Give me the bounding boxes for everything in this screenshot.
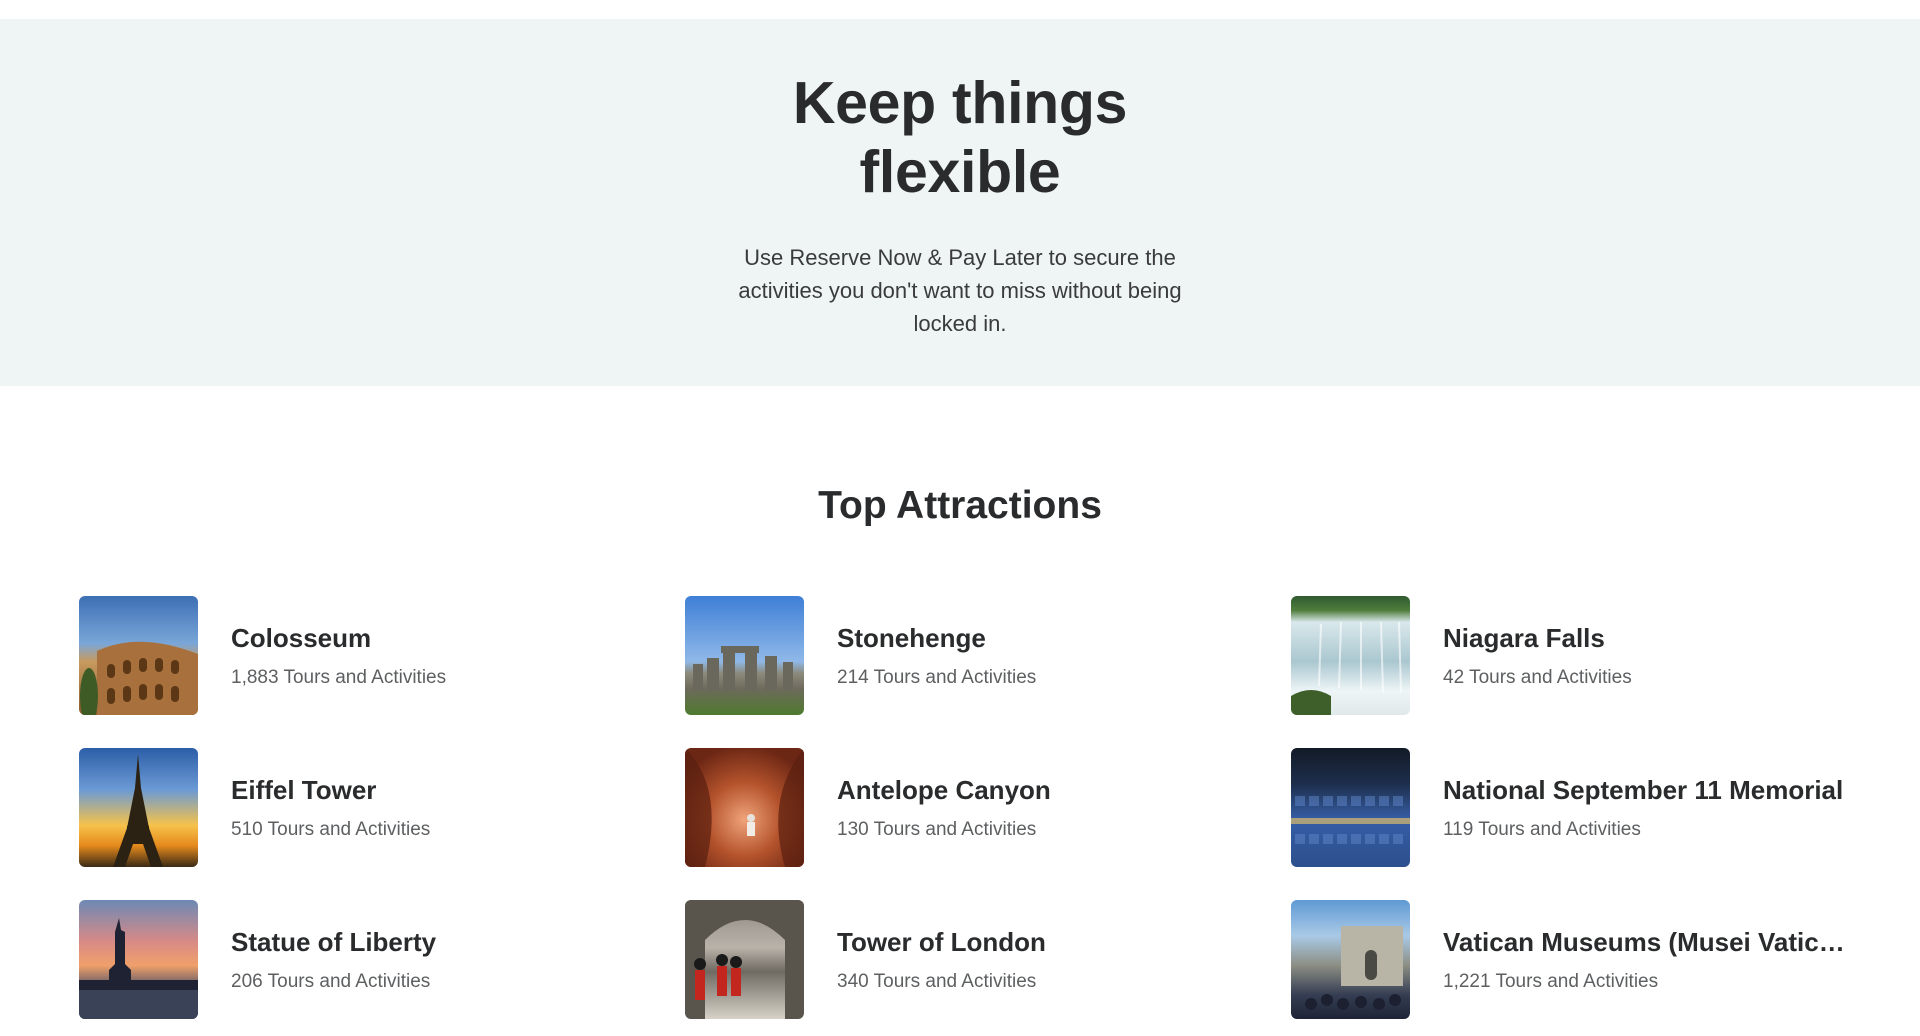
niagara-falls-photo[interactable] (1291, 596, 1410, 715)
vatican-museums-photo[interactable] (1291, 900, 1410, 1019)
top-attractions-section: Top Attractions Colosseum 1,883 Tours an… (0, 386, 1920, 1036)
section-title: Top Attractions (818, 484, 1102, 527)
attraction-name[interactable]: Colosseum (231, 622, 641, 654)
attraction-count: 1,883 Tours and Activities (231, 666, 447, 688)
attraction-name[interactable]: Antelope Canyon (837, 774, 1247, 806)
attraction-name[interactable]: Niagara Falls (1443, 622, 1853, 654)
attraction-count: 214 Tours and Activities (837, 666, 1037, 688)
attraction-card-vatican-museums[interactable]: Vatican Museums (Musei Vaticani) 1,221 T… (1291, 900, 1897, 1019)
banner-description: Use Reserve Now & Pay Later to secure th… (738, 245, 1182, 336)
tower-of-london-photo[interactable] (685, 900, 804, 1019)
attraction-count: 130 Tours and Activities (837, 818, 1037, 840)
attraction-card-tower-of-london[interactable]: Tower of London 340 Tours and Activities (685, 900, 1291, 1019)
statue-of-liberty-photo[interactable] (79, 900, 198, 1019)
attraction-name[interactable]: Eiffel Tower (231, 774, 641, 806)
colosseum-photo[interactable] (79, 596, 198, 715)
banner-title: Keep things flexible (792, 70, 1128, 205)
attraction-card-september-11-memorial[interactable]: National September 11 Memorial 119 Tours… (1291, 748, 1897, 867)
attraction-count: 42 Tours and Activities (1443, 666, 1632, 688)
attraction-card-stonehenge[interactable]: Stonehenge 214 Tours and Activities (685, 596, 1291, 715)
attraction-count: 206 Tours and Activities (231, 970, 431, 992)
stonehenge-photo[interactable] (685, 596, 804, 715)
attraction-count: 119 Tours and Activities (1443, 818, 1641, 840)
attraction-name[interactable]: Stonehenge (837, 622, 1247, 654)
attraction-count: 510 Tours and Activities (231, 818, 431, 840)
attraction-count: 1,221 Tours and Activities (1443, 970, 1659, 992)
attraction-card-antelope-canyon[interactable]: Antelope Canyon 130 Tours and Activities (685, 748, 1291, 867)
attraction-card-eiffel-tower[interactable]: Eiffel Tower 510 Tours and Activities (79, 748, 685, 867)
attraction-card-statue-of-liberty[interactable]: Statue of Liberty 206 Tours and Activiti… (79, 900, 685, 1019)
attraction-count: 340 Tours and Activities (837, 970, 1037, 992)
eiffel-tower-photo[interactable] (79, 748, 198, 867)
attractions-grid: Colosseum 1,883 Tours and Activities Sto… (79, 596, 1897, 1036)
attraction-name[interactable]: Vatican Museums (Musei Vaticani) (1443, 926, 1853, 958)
attraction-card-colosseum[interactable]: Colosseum 1,883 Tours and Activities (79, 596, 685, 715)
top-strip (0, 0, 1920, 19)
attraction-name[interactable]: Tower of London (837, 926, 1247, 958)
attraction-card-niagara-falls[interactable]: Niagara Falls 42 Tours and Activities (1291, 596, 1897, 715)
antelope-canyon-photo[interactable] (685, 748, 804, 867)
attraction-name[interactable]: Statue of Liberty (231, 926, 641, 958)
flexible-banner: Keep things flexible Use Reserve Now & P… (0, 19, 1920, 386)
september-11-memorial-photo[interactable] (1291, 748, 1410, 867)
attraction-name[interactable]: National September 11 Memorial (1443, 774, 1853, 806)
